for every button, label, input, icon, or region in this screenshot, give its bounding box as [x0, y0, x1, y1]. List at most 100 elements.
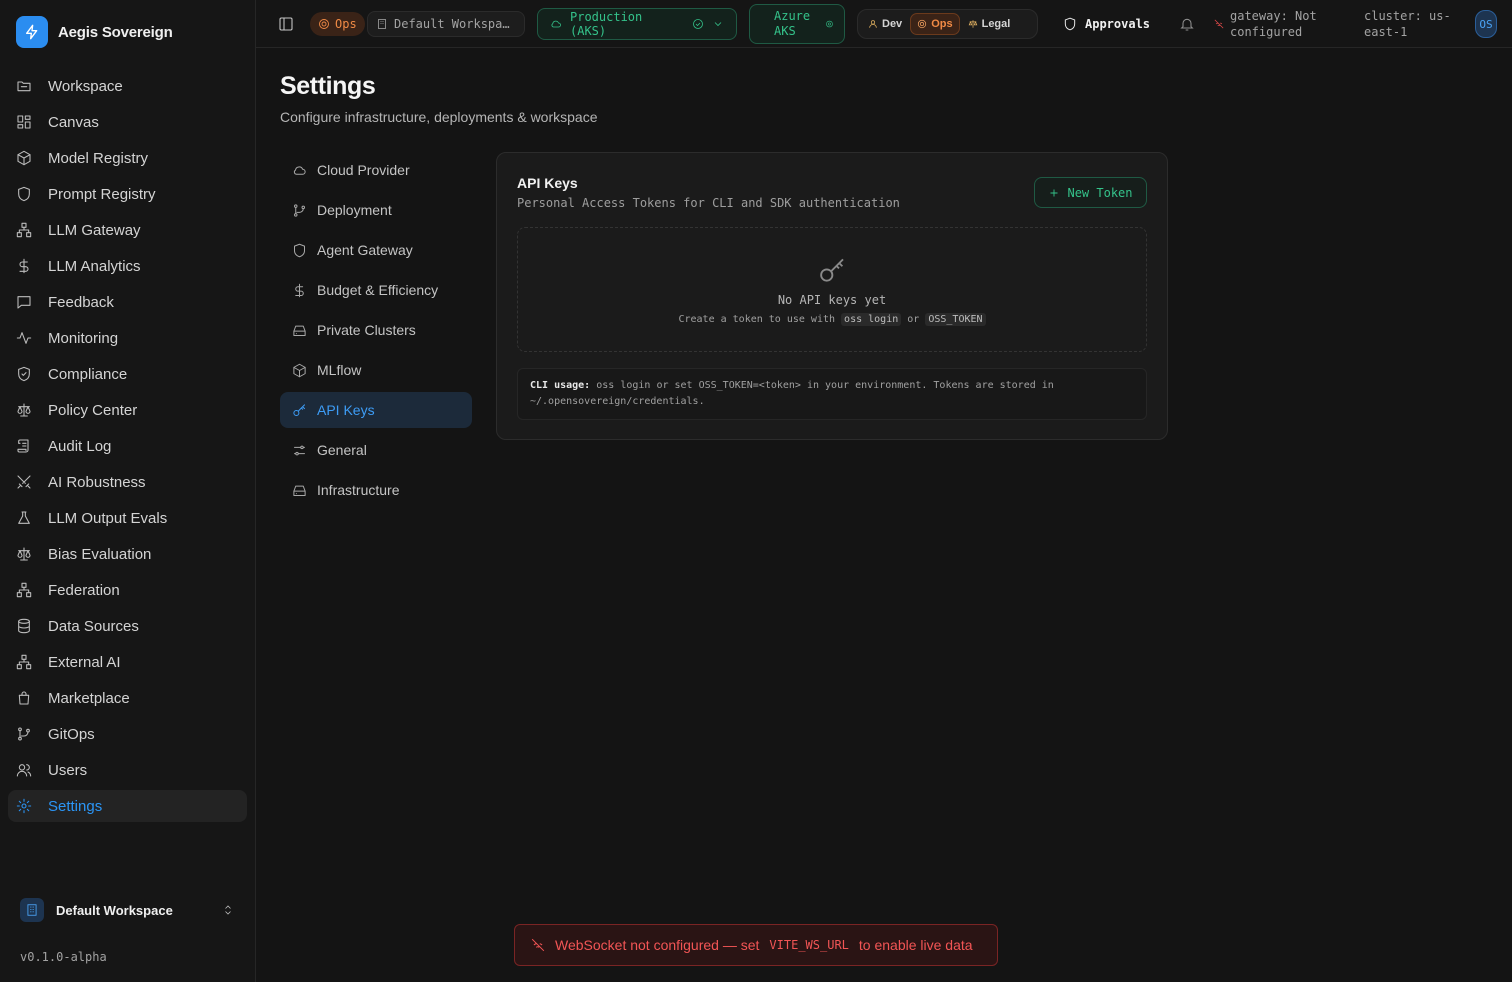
- sidebar-item-settings[interactable]: Settings: [8, 790, 247, 822]
- store-icon: [18, 691, 30, 705]
- environment-selector[interactable]: Production (AKS): [537, 8, 737, 40]
- building-icon: [378, 19, 386, 29]
- scroll-icon: [17, 439, 29, 453]
- settings-tab-api-keys[interactable]: API Keys: [280, 392, 472, 428]
- sidebar-item-label: Monitoring: [48, 329, 119, 347]
- websocket-error-toast: WebSocket not configured — set VITE_WS_U…: [514, 924, 998, 966]
- sidebar-item-label: Policy Center: [48, 401, 138, 419]
- sidebar-item-prompt-registry[interactable]: Prompt Registry: [8, 178, 247, 210]
- settings-tab-label: General: [317, 442, 367, 458]
- brand[interactable]: Aegis Sovereign: [16, 16, 173, 48]
- workspace-selector-label: Default Workspa…: [394, 17, 510, 31]
- approvals-label: Approvals: [1085, 17, 1151, 31]
- page-title: Settings: [280, 72, 376, 100]
- role-badge-label: Ops: [335, 17, 357, 31]
- sidebar-item-model-registry[interactable]: Model Registry: [8, 142, 247, 174]
- sidebar-item-label: AI Robustness: [48, 473, 146, 491]
- sidebar-item-gitops[interactable]: GitOps: [8, 718, 247, 750]
- new-token-label: New Token: [1067, 185, 1133, 200]
- settings-tab-infrastructure[interactable]: Infrastructure: [280, 472, 472, 508]
- dollar-icon: [19, 258, 29, 274]
- sidebar-item-federation[interactable]: Federation: [8, 574, 247, 606]
- notifications-button[interactable]: [1179, 15, 1197, 33]
- sidebar-item-feedback[interactable]: Feedback: [8, 286, 247, 318]
- sidebar-item-label: LLM Output Evals: [48, 509, 168, 527]
- sidebar-item-llm-gateway[interactable]: LLM Gateway: [8, 214, 247, 246]
- persona-label: Ops: [931, 18, 953, 30]
- sidebar-item-marketplace[interactable]: Marketplace: [8, 682, 247, 714]
- sidebar-item-label: Data Sources: [48, 617, 139, 635]
- settings-tab-mlflow[interactable]: MLflow: [280, 352, 472, 388]
- settings-tab-label: MLflow: [317, 362, 362, 378]
- scale-icon: [17, 547, 31, 561]
- cluster-status-text: cluster: us-east-1: [1364, 9, 1451, 39]
- settings-tab-label: Cloud Provider: [317, 162, 410, 178]
- network-icon: [16, 582, 32, 598]
- sidebar-item-policy-center[interactable]: Policy Center: [8, 394, 247, 426]
- role-badge[interactable]: Ops: [310, 12, 365, 36]
- sidebar-item-canvas[interactable]: Canvas: [8, 106, 247, 138]
- settings-tab-label: API Keys: [317, 402, 375, 418]
- sidebar-item-external-ai[interactable]: External AI: [8, 646, 247, 678]
- shield-check-icon: [18, 366, 30, 382]
- gateway-status-text: gateway: Not configured: [1230, 9, 1317, 39]
- cloud-provider-badge[interactable]: Azure AKS: [749, 4, 845, 44]
- hard-drive-icon: [293, 325, 306, 336]
- cloud-icon: [551, 20, 561, 28]
- sidebar-item-label: Workspace: [48, 77, 123, 95]
- sidebar-item-label: Audit Log: [48, 437, 112, 455]
- settings-tab-general[interactable]: General: [280, 432, 472, 468]
- settings-tab-agent-gateway[interactable]: Agent Gateway: [280, 232, 472, 268]
- new-token-button[interactable]: New Token: [1034, 177, 1147, 208]
- sidebar-item-monitoring[interactable]: Monitoring: [8, 322, 247, 354]
- sidebar-item-llm-output-evals[interactable]: LLM Output Evals: [8, 502, 247, 534]
- toggle-sidebar-button[interactable]: [276, 14, 296, 34]
- settings-tab-cloud-provider[interactable]: Cloud Provider: [280, 152, 472, 188]
- approvals-button[interactable]: Approvals: [1063, 12, 1150, 36]
- user-icon: [869, 20, 877, 28]
- toast-text: WebSocket not configured — set: [555, 937, 760, 953]
- sidebar-item-ai-robustness[interactable]: AI Robustness: [8, 466, 247, 498]
- workspace-switcher[interactable]: Default Workspace: [12, 894, 244, 926]
- settings-tab-label: Infrastructure: [317, 482, 400, 498]
- page-subtitle: Configure infrastructure, deployments & …: [280, 109, 598, 125]
- scale-icon: [968, 20, 977, 28]
- sidebar-item-label: Users: [48, 761, 88, 779]
- chevrons-up-down-icon: [222, 904, 244, 916]
- persona-legal[interactable]: Legal: [962, 13, 1017, 35]
- sidebar-item-compliance[interactable]: Compliance: [8, 358, 247, 390]
- settings-tab-budget[interactable]: Budget & Efficiency: [280, 272, 472, 308]
- sidebar-nav: Workspace Canvas Model Registry Prompt R…: [8, 70, 247, 826]
- key-icon: [293, 403, 305, 416]
- sidebar-item-label: Compliance: [48, 365, 128, 383]
- network-icon: [16, 654, 32, 670]
- settings-tab-private-clusters[interactable]: Private Clusters: [280, 312, 472, 348]
- sidebar-item-users[interactable]: Users: [8, 754, 247, 786]
- sidebar-item-audit-log[interactable]: Audit Log: [8, 430, 247, 462]
- sidebar-item-workspace[interactable]: Workspace: [8, 70, 247, 102]
- status-dot-icon: [826, 20, 833, 28]
- settings-tab-deployment[interactable]: Deployment: [280, 192, 472, 228]
- key-icon: [818, 255, 848, 285]
- sidebar-item-label: Federation: [48, 581, 120, 599]
- persona-dev[interactable]: Dev: [862, 13, 908, 35]
- sidebar-item-bias-evaluation[interactable]: Bias Evaluation: [8, 538, 247, 570]
- git-branch-icon: [294, 203, 305, 217]
- sidebar-item-label: Settings: [48, 797, 103, 815]
- cli-usage-note: CLI usage: oss login or set OSS_TOKEN=<t…: [517, 368, 1147, 420]
- hint-or: or: [907, 314, 920, 325]
- gateway-status: gateway: Not configured: [1214, 8, 1354, 40]
- api-keys-title: API Keys: [517, 175, 578, 191]
- sidebar-item-llm-analytics[interactable]: LLM Analytics: [8, 250, 247, 282]
- workspace-selector[interactable]: Default Workspa…: [367, 11, 525, 37]
- avatar[interactable]: OS: [1475, 10, 1497, 38]
- sidebar-item-label: Marketplace: [48, 689, 130, 707]
- hint-command: oss login: [841, 313, 902, 326]
- app-version: v0.1.0-alpha: [20, 950, 107, 964]
- shield-icon: [1064, 17, 1076, 31]
- swords-icon: [17, 475, 31, 489]
- toast-text-end: to enable live data: [858, 937, 973, 953]
- sidebar-item-data-sources[interactable]: Data Sources: [8, 610, 247, 642]
- plus-icon: [1050, 189, 1058, 196]
- persona-ops[interactable]: Ops: [910, 13, 960, 35]
